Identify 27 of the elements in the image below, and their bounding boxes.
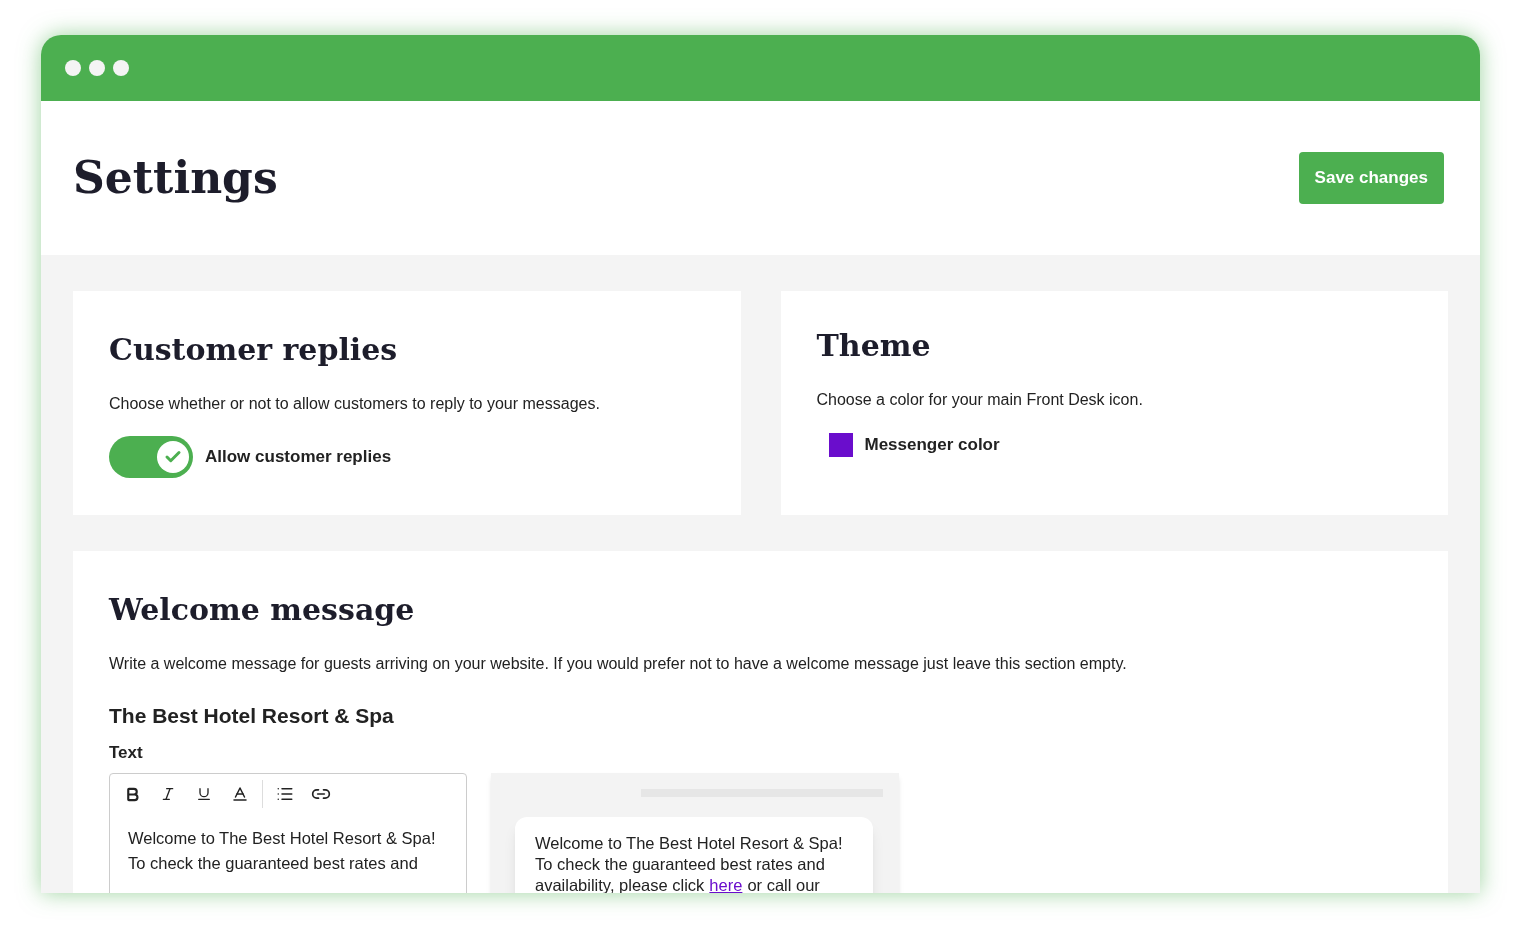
field-label: Text xyxy=(109,741,144,764)
editor-text-line: To check the guaranteed best rates and xyxy=(128,853,419,874)
section-description: Choose a color for your main Front Desk icon. xyxy=(816,390,1144,410)
color-swatch[interactable] xyxy=(828,432,853,457)
window-control[interactable] xyxy=(89,60,105,76)
here-link[interactable]: here xyxy=(709,875,743,893)
hotel-name: The Best Hotel Resort & Spa xyxy=(109,703,395,729)
list-icon xyxy=(276,785,294,803)
toggle-switch[interactable] xyxy=(109,436,193,478)
italic-icon xyxy=(160,786,176,802)
editor-text-line: Welcome to The Best Hotel Resort & Spa! xyxy=(128,828,437,849)
section-description: Choose whether or not to allow customers to reply to your messages. xyxy=(109,394,601,414)
preview-text: or call our xyxy=(747,875,820,893)
section-description: Write a welcome message for guests arriving on your website. If you would prefer not to have a welcome message just leave this section empty. xyxy=(109,654,1128,674)
preview-text-line: To check the guaranteed best rates and xyxy=(535,854,826,875)
section-title: Welcome message xyxy=(109,591,416,629)
section-title: Theme xyxy=(816,327,932,365)
swatch-label: Messenger color xyxy=(864,434,1000,456)
window-control[interactable] xyxy=(113,60,129,76)
preview-text-line: Welcome to The Best Hotel Resort & Spa! xyxy=(535,833,844,854)
section-title: Customer replies xyxy=(109,331,399,369)
underline-icon xyxy=(196,786,212,802)
text-color-icon xyxy=(231,785,249,803)
window-control[interactable] xyxy=(65,60,81,76)
text-editor[interactable]: Welcome to The Best Hotel Resort & Spa! To check the guaranteed best rates and xyxy=(109,773,467,893)
page-title: Settings xyxy=(73,151,278,205)
toggle-label: Allow customer replies xyxy=(205,446,392,469)
